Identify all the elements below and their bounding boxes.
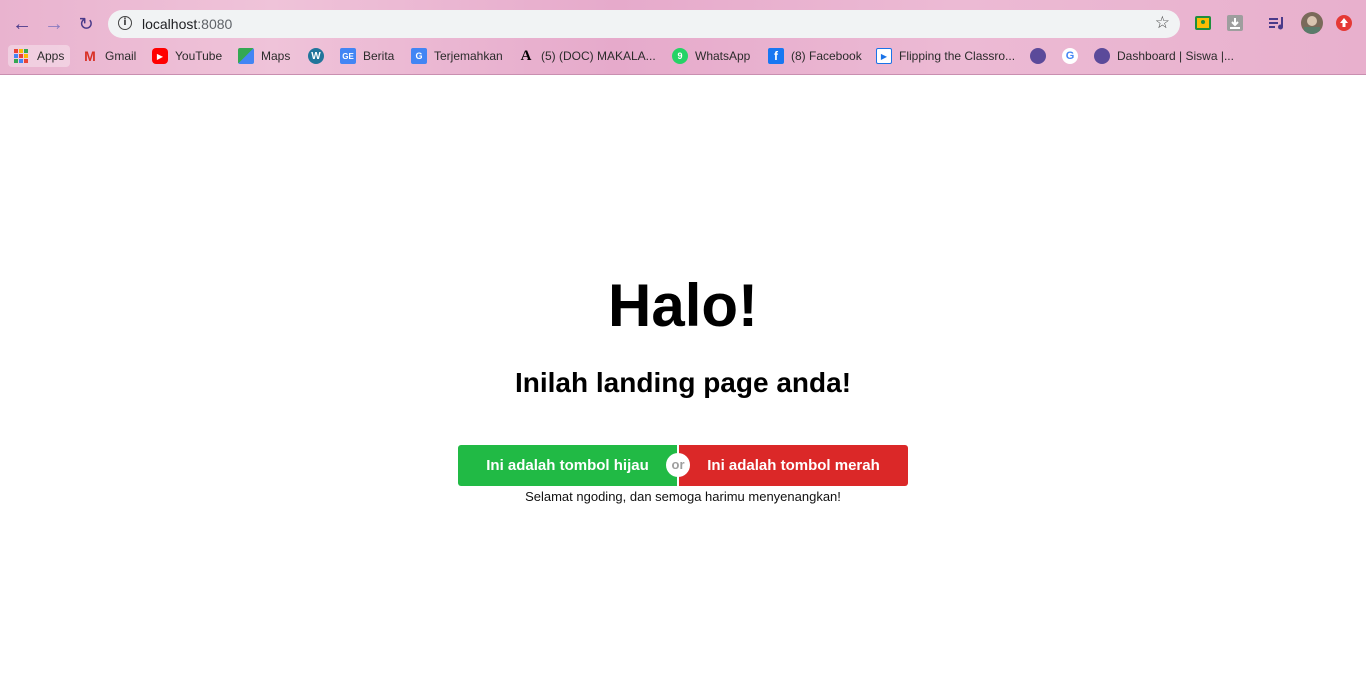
button-group: Ini adalah tombol hijau or Ini adalah to… — [458, 445, 908, 486]
gmail-icon: M — [84, 48, 96, 64]
google-icon: G — [1062, 48, 1078, 64]
whatsapp-icon: 9 — [672, 48, 688, 64]
facebook-icon: f — [768, 48, 784, 64]
bookmark-globe[interactable] — [1030, 45, 1053, 67]
bookmark-youtube[interactable]: ▶ YouTube — [152, 45, 222, 67]
footer-message: Selamat ngoding, dan semoga harimu menye… — [525, 489, 841, 504]
bookmark-label: WhatsApp — [695, 49, 751, 63]
bookmark-terjemahkan[interactable]: G Terjemahkan — [411, 45, 503, 67]
globe-icon — [1094, 48, 1110, 64]
globe-icon — [1030, 48, 1046, 64]
bookmark-label: Terjemahkan — [434, 49, 503, 63]
bookmark-label: Berita — [363, 49, 395, 63]
bookmark-label: Dashboard | Siswa |... — [1117, 49, 1234, 63]
apps-grid-icon — [14, 49, 28, 63]
bookmark-berita[interactable]: GE Berita — [340, 45, 394, 67]
url-port: :8080 — [197, 16, 233, 32]
red-button[interactable]: Ini adalah tombol merah — [679, 445, 908, 486]
update-alert-icon[interactable] — [1334, 13, 1354, 33]
youtube-icon: ▶ — [152, 48, 168, 64]
academia-icon: A — [520, 47, 532, 64]
browser-toolbar: ← → ↻ i localhost:8080 ☆ — [0, 8, 1366, 40]
page-subtitle: Inilah landing page anda! — [514, 367, 852, 398]
site-info-icon[interactable]: i — [118, 16, 132, 30]
bookmarks-bar: Apps M Gmail ▶ YouTube Maps W GE Berita … — [0, 43, 1366, 69]
maps-icon — [238, 48, 254, 64]
address-bar[interactable]: i localhost:8080 ☆ — [108, 10, 1180, 38]
bookmark-gmail[interactable]: M Gmail — [82, 45, 136, 67]
bookmark-label: (8) Facebook — [791, 49, 862, 63]
browser-chrome: ← → ↻ i localhost:8080 ☆ Apps M Gmail ▶ … — [0, 0, 1366, 75]
translate-icon: G — [411, 48, 427, 64]
bookmark-flipping[interactable]: ▶ Flipping the Classro... — [876, 45, 1015, 67]
url-host: localhost — [142, 16, 198, 32]
reload-icon[interactable]: ↻ — [73, 11, 99, 37]
bookmark-label: Apps — [37, 49, 65, 63]
bookmark-star-icon[interactable]: ☆ — [1155, 13, 1170, 33]
bookmark-label: Flipping the Classro... — [899, 49, 1016, 63]
bookmark-label: Maps — [261, 49, 291, 63]
wordpress-icon: W — [308, 48, 324, 64]
bookmark-label: (5) (DOC) MAKALA... — [541, 49, 656, 63]
bookmark-label: Gmail — [105, 49, 137, 63]
bookmark-whatsapp[interactable]: 9 WhatsApp — [672, 45, 750, 67]
classroom-extension-icon[interactable] — [1193, 13, 1213, 33]
media-queue-icon[interactable] — [1268, 13, 1288, 33]
profile-avatar[interactable] — [1301, 12, 1323, 34]
bookmark-label: YouTube — [175, 49, 223, 63]
landing-page: Halo! Inilah landing page anda! Ini adal… — [0, 75, 1366, 679]
download-extension-icon[interactable] — [1225, 13, 1245, 33]
forward-arrow-icon[interactable]: → — [41, 11, 67, 37]
address-url[interactable]: localhost:8080 — [142, 16, 232, 32]
video-icon: ▶ — [876, 48, 892, 64]
bookmark-wordpress[interactable]: W — [308, 45, 331, 67]
bookmark-facebook[interactable]: f (8) Facebook — [768, 45, 862, 67]
bookmark-academia[interactable]: A (5) (DOC) MAKALA... — [518, 45, 656, 67]
bookmark-apps[interactable]: Apps — [8, 45, 71, 67]
back-arrow-icon[interactable]: ← — [9, 11, 35, 37]
page-title: Halo! — [608, 272, 758, 339]
bookmark-maps[interactable]: Maps — [238, 45, 290, 67]
bookmark-dashboard[interactable]: Dashboard | Siswa |... — [1094, 45, 1234, 67]
green-button[interactable]: Ini adalah tombol hijau — [458, 445, 677, 486]
bookmark-google[interactable]: G — [1062, 45, 1085, 67]
news-icon: GE — [340, 48, 356, 64]
or-separator: or — [666, 453, 690, 477]
